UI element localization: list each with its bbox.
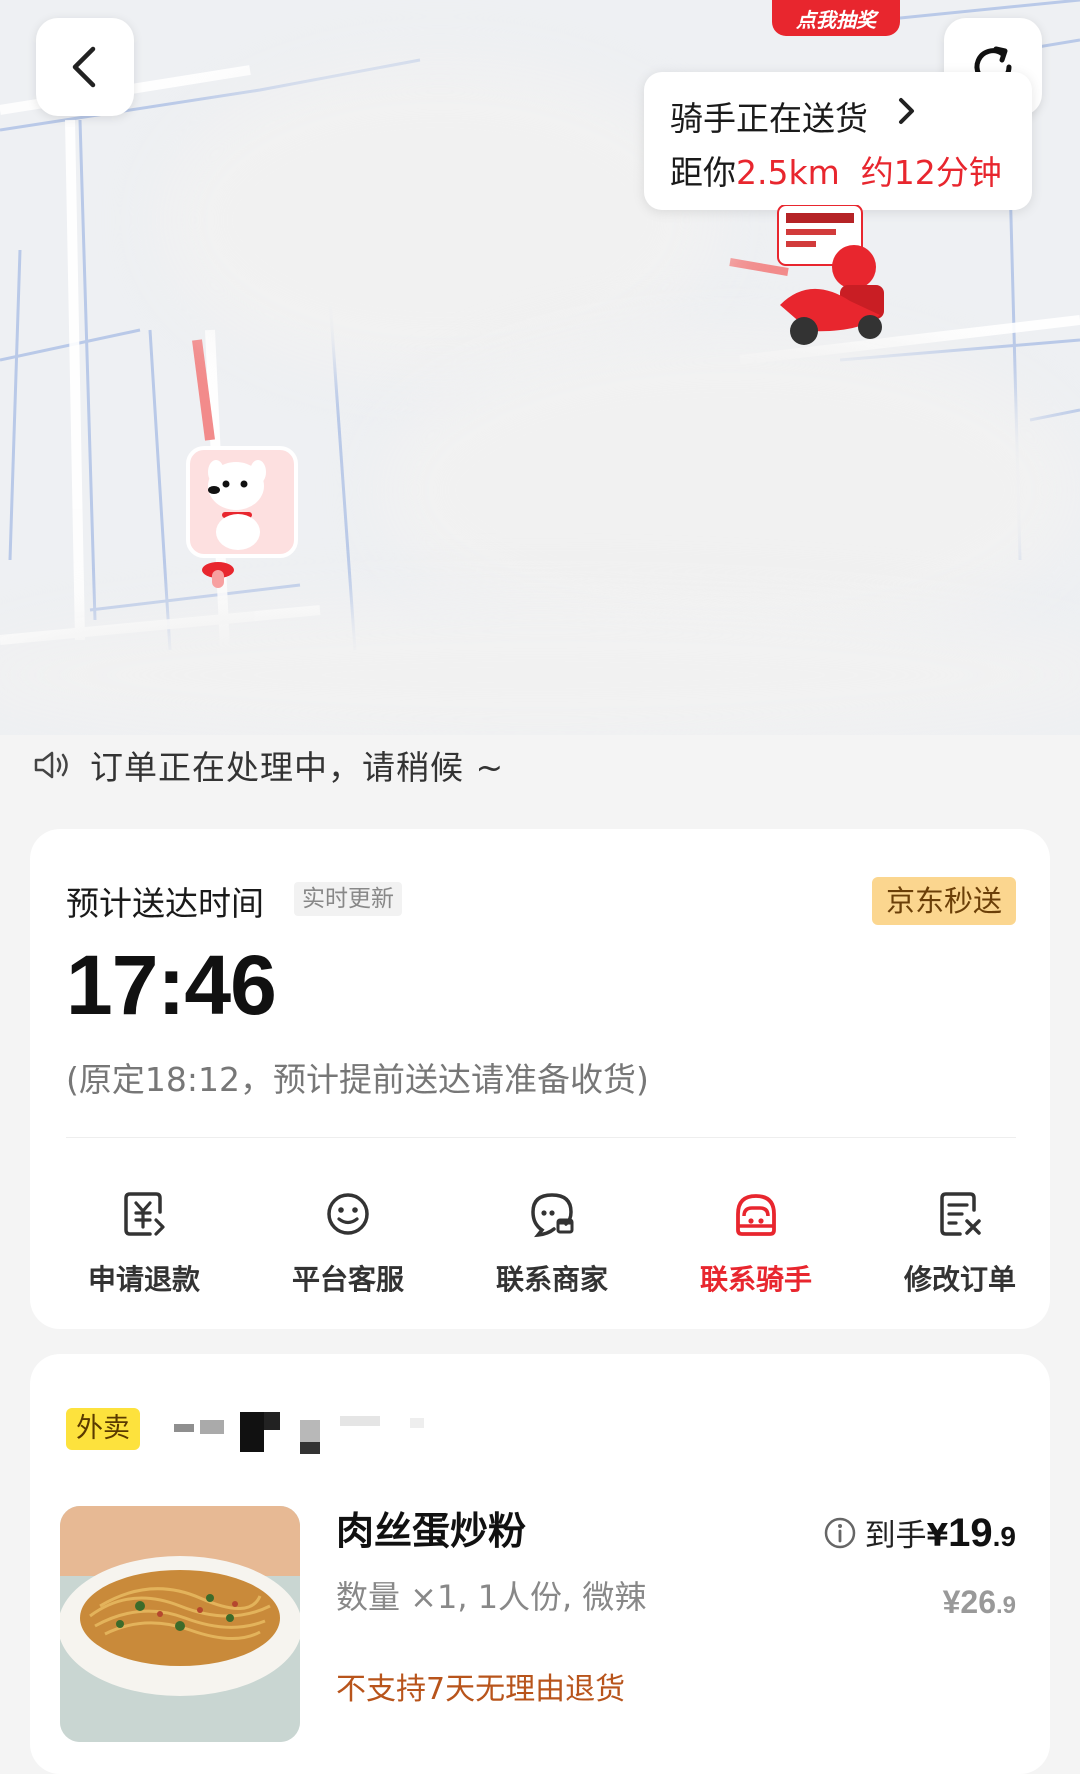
eta-label: 预计送达时间: [66, 884, 264, 923]
action-label: 申请退款: [87, 1263, 200, 1296]
contact-rider-button[interactable]: 联系骑手: [654, 1184, 858, 1298]
rider-distance-info: 距你2.5km 约12分钟: [670, 146, 1002, 194]
notice-text: 订单正在处理中，请稍候 ~: [90, 748, 505, 787]
customer-service-icon: [327, 1193, 369, 1235]
brand-tag: 京东秒送: [871, 877, 1016, 925]
rider-distance: 2.5km: [736, 153, 840, 192]
order-notice: 订单正在处理中，请稍候 ~: [34, 745, 504, 787]
orig-price-dec: .9: [995, 1592, 1016, 1619]
item-spec: 数量 ×1, 1人份, 微辣: [336, 1578, 647, 1616]
price-int: 19: [948, 1511, 993, 1555]
back-button[interactable]: [36, 18, 134, 116]
store-name-redacted[interactable]: [160, 1398, 480, 1458]
delivery-map[interactable]: 点我抽奖 骑手正在送货 距你2.5km 约12分钟: [0, 0, 1080, 735]
waimai-tag: 外卖: [66, 1408, 140, 1450]
info-icon[interactable]: [823, 1516, 857, 1550]
realtime-tag: 实时更新: [294, 882, 402, 916]
price-dec: .9: [992, 1521, 1016, 1552]
item-name[interactable]: 肉丝蛋炒粉: [336, 1500, 526, 1555]
chevron-right-icon: [899, 98, 914, 124]
eta-time: 17:46: [66, 938, 277, 1032]
refund-icon: [124, 1192, 165, 1236]
customer-service-button[interactable]: 平台客服: [246, 1184, 450, 1298]
eta-note: (原定18:12，预计提前送达请准备收货): [66, 1060, 649, 1099]
action-label: 修改订单: [903, 1263, 1016, 1296]
user-location-icon: [186, 446, 298, 588]
action-label: 联系骑手: [699, 1263, 812, 1296]
rider-scooter-icon[interactable]: [770, 205, 900, 355]
original-price: ¥26.9: [943, 1584, 1016, 1621]
fried-noodles-image: [60, 1506, 300, 1742]
divider: [66, 1137, 1016, 1138]
price-symbol: ¥: [926, 1518, 949, 1554]
map-blur: [160, 60, 720, 380]
contact-merchant-button[interactable]: 联系商家: [450, 1184, 654, 1298]
chevron-left-icon: [72, 46, 96, 88]
delivery-card: 预计送达时间 实时更新 京东秒送 17:46 (原定18:12，预计提前送达请准…: [30, 829, 1050, 1329]
orig-price-int: ¥26: [942, 1584, 996, 1620]
distance-prefix: 距你: [670, 153, 736, 192]
return-policy: 不支持7天无理由退货: [336, 1672, 626, 1707]
refund-button[interactable]: 申请退款: [42, 1184, 246, 1298]
contact-rider-icon: [736, 1194, 776, 1236]
food-image[interactable]: [60, 1506, 300, 1742]
rider-status-text: 骑手正在送货: [670, 99, 868, 138]
order-actions: 申请退款 平台客服 联系商家 联系骑手 修改订单: [30, 1184, 1050, 1304]
order-card: 外卖 肉丝蛋炒粉 数量 ×1, 1人份, 微辣 不支持7天无理由退货 到手 ¥ …: [30, 1354, 1050, 1774]
price-prefix: 到手: [864, 1518, 927, 1554]
rider-status-bubble[interactable]: 骑手正在送货 距你2.5km 约12分钟: [644, 72, 1032, 210]
contact-merchant-icon: [531, 1193, 574, 1238]
action-label: 平台客服: [291, 1263, 404, 1296]
rider-eta: 约12分钟: [860, 153, 1002, 192]
final-price: 到手 ¥19.9: [823, 1510, 1016, 1556]
edit-order-icon: [940, 1192, 981, 1236]
edit-order-button[interactable]: 修改订单: [858, 1184, 1062, 1298]
lottery-badge[interactable]: 点我抽奖: [772, 0, 900, 36]
action-label: 联系商家: [495, 1263, 608, 1296]
map-blur: [0, 600, 1080, 735]
speaker-icon: [34, 751, 68, 779]
